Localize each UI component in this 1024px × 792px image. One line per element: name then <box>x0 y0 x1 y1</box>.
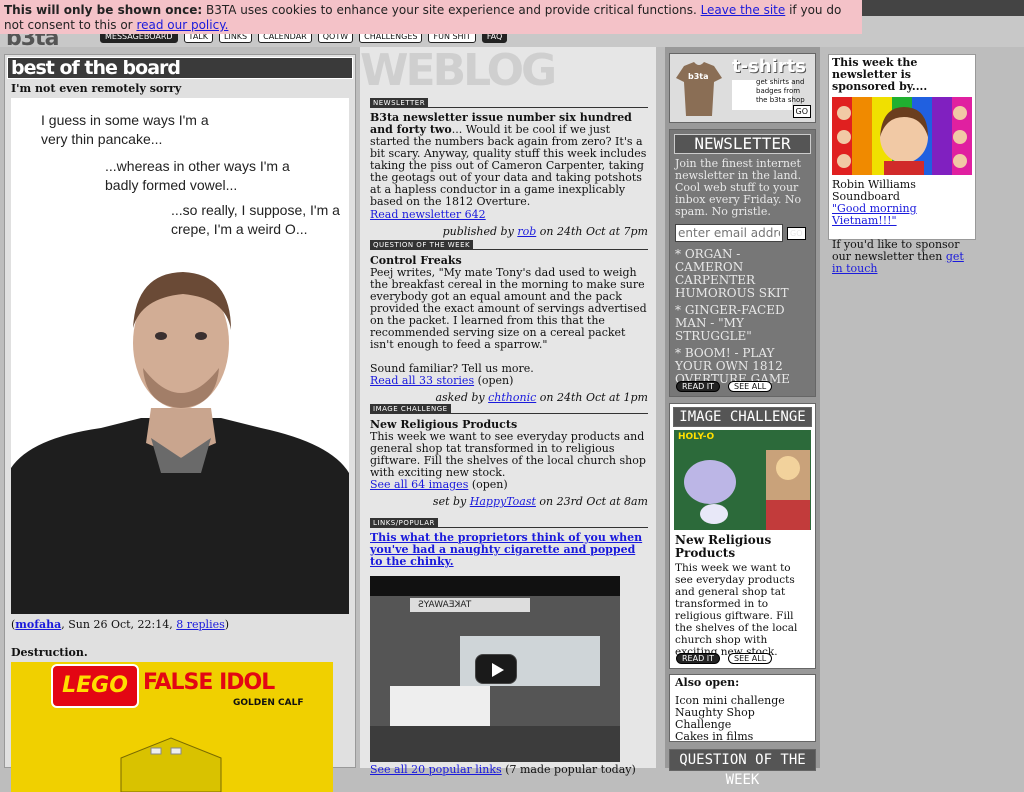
email-go-button[interactable]: GO <box>787 226 806 240</box>
read-it-button[interactable]: READ IT <box>676 653 721 664</box>
comic-line: I guess in some ways I'm a <box>41 112 209 128</box>
post-author-link[interactable]: mofaha <box>15 618 61 631</box>
religious-product-illustration <box>684 450 810 530</box>
comic-line: very thin pancake... <box>41 131 163 147</box>
tshirts-promo[interactable]: b3ta t-shirts get shirts and badges from… <box>669 53 816 123</box>
weblog-title: WEBLOG <box>360 45 557 96</box>
person-photo <box>11 272 349 614</box>
comic-line: badly formed vowel... <box>105 177 238 193</box>
tshirts-go-button[interactable]: GO <box>792 105 811 118</box>
newsletter-blurb: Join the finest internet newsletter in t… <box>675 157 802 218</box>
image-challenge-section: IMAGE CHALLENGE New Religious Products T… <box>370 401 648 508</box>
image-challenge-promo-title: New Religious Products <box>675 533 772 560</box>
cookie-text: B3TA uses cookies to enhance your site e… <box>202 3 701 17</box>
post-title: I'm not even remotely sorry <box>11 82 182 95</box>
links-popular-section: LINKS/POPULAR This what the proprietors … <box>370 515 648 776</box>
newsletter-text: ... Would it be cool if we just started … <box>370 123 647 208</box>
email-form: GO <box>670 218 815 248</box>
header-dark-strip <box>840 0 1024 16</box>
sponsor-name: Robin Williams Soundboard <box>832 178 916 203</box>
read-all-stories-link[interactable]: Read all 33 stories <box>370 374 474 387</box>
newsletter-heading: NEWSLETTER <box>674 134 811 154</box>
newsletter-section: NEWSLETTER B3ta newsletter issue number … <box>370 95 648 238</box>
cookie-lead: This will only be shown once: <box>4 3 203 17</box>
sponsor-illustration <box>832 97 972 175</box>
sponsor-title: This week the newsletter is sponsored by… <box>832 56 928 93</box>
image-challenge-buttons: READ IT SEE ALL <box>670 653 778 664</box>
newsletter-item: * ORGAN - CAMERON CARPENTER HUMOROUS SKI… <box>675 247 789 300</box>
byline-author-link[interactable]: HappyToast <box>470 495 536 508</box>
lego-logo: LEGO <box>51 664 139 708</box>
popular-links-count: (7 made popular today) <box>501 763 636 776</box>
newsletter-item: * GINGER-FACED MAN - "MY STRUGGLE" <box>675 303 785 343</box>
tshirts-title: t-shirts <box>732 56 806 77</box>
sponsor-footer: If you'd like to sponsor our newsletter … <box>832 239 972 275</box>
image-challenge-status: (open) <box>468 478 508 491</box>
best-of-board-heading: best of the board <box>7 57 353 79</box>
post-title: Destruction. <box>11 646 88 659</box>
also-open-item[interactable]: Cakes in films <box>675 731 810 743</box>
image-challenge-promo: IMAGE CHALLENGE HOLY-O New Religious Pro… <box>669 403 816 669</box>
best-of-board-column: best of the board I'm not even remotely … <box>4 54 356 792</box>
also-open-box: Also open: Icon mini challenge Naughty S… <box>669 674 816 743</box>
image-challenge-heading: IMAGE CHALLENGE <box>673 407 812 427</box>
lego-brick-illustration <box>120 737 222 792</box>
sponsor-box: This week the newsletter is sponsored by… <box>828 54 976 275</box>
byline-prefix: set by <box>432 495 470 508</box>
image-challenge-picture[interactable]: HOLY-O <box>674 430 811 530</box>
read-newsletter-link[interactable]: Read newsletter 642 <box>370 208 486 221</box>
cookie-banner: This will only be shown once: B3TA uses … <box>0 0 862 34</box>
play-icon[interactable] <box>475 654 517 684</box>
post-image-comic[interactable]: I guess in some ways I'm a very thin pan… <box>11 98 349 614</box>
read-it-button[interactable]: READ IT <box>676 381 721 392</box>
qotw-section: QUESTION OF THE WEEK Control Freaks Peej… <box>370 237 648 404</box>
section-label: QUESTION OF THE WEEK <box>370 240 474 250</box>
image-challenge-link-line: See all 64 images (open) <box>370 479 648 491</box>
image-challenge-byline: set by HappyToast on 23rd Oct at 8am <box>370 495 648 508</box>
tshirt-print-text: b3ta <box>688 72 709 81</box>
video-player[interactable]: TAKEAWAYS <box>370 576 620 762</box>
weblog-column: WEBLOG NEWSLETTER B3ta newsletter issue … <box>360 45 656 776</box>
lego-title: FALSE IDOL <box>143 670 275 695</box>
byline-suffix: on 23rd Oct at 8am <box>535 495 648 508</box>
see-all-button[interactable]: SEE ALL <box>728 653 773 664</box>
section-label: IMAGE CHALLENGE <box>370 404 451 414</box>
post-image-lego[interactable]: LEGO FALSE IDOL GOLDEN CALF <box>11 662 333 792</box>
qotw-body: Peej writes, "My mate Tony's dad used to… <box>370 266 647 351</box>
comic-line: crepe, I'm a weird O... <box>171 221 308 237</box>
tshirt-icon <box>676 62 722 116</box>
post-meta: (mofaha, Sun 26 Oct, 22:14, 8 replies) <box>11 618 230 631</box>
sponsor-link[interactable]: "Good morning Vietnam!!!" <box>832 202 917 227</box>
promo-column: b3ta t-shirts get shirts and badges from… <box>665 47 820 788</box>
picture-caption: HOLY-O <box>678 432 715 442</box>
comic-line: ...so really, I suppose, I'm a <box>171 202 340 218</box>
newsletter-buttons: READ IT SEE ALL <box>670 381 778 392</box>
see-all-images-link[interactable]: See all 64 images <box>370 478 468 491</box>
popular-link-headline[interactable]: This what the proprietors think of you w… <box>370 532 648 568</box>
newsletter-signup: NEWSLETTER Join the finest internet news… <box>669 129 816 397</box>
email-input[interactable] <box>675 224 783 242</box>
newsletter-body: B3ta newsletter issue number six hundred… <box>370 112 648 208</box>
also-open-heading: Also open: <box>675 676 740 689</box>
see-all-popular-links[interactable]: See all 20 popular links <box>370 763 502 776</box>
video-sign-text: TAKEAWAYS <box>418 600 472 610</box>
qotw-link-line: Read all 33 stories (open) <box>370 375 648 387</box>
post-date: , Sun 26 Oct, 22:14, <box>61 618 177 631</box>
also-open-item[interactable]: Naughty Shop Challenge <box>675 707 810 731</box>
tshirts-body: get shirts and badges from the b3ta shop <box>756 78 805 104</box>
comic-line: ...whereas in other ways I'm a <box>105 158 290 174</box>
sponsor-image[interactable] <box>832 97 972 175</box>
section-label: NEWSLETTER <box>370 98 429 108</box>
cookie-policy-link[interactable]: read our policy. <box>136 18 228 32</box>
sponsor-footer-text: If you'd like to sponsor our newsletter … <box>832 238 960 263</box>
section-label: LINKS/POPULAR <box>370 518 438 528</box>
image-challenge-promo-body: This week we want to see everyday produc… <box>675 562 798 658</box>
popular-links-footer: See all 20 popular links (7 made popular… <box>370 764 648 776</box>
lego-subtitle: GOLDEN CALF <box>233 698 304 708</box>
qotw-status: (open) <box>474 374 514 387</box>
leave-site-link[interactable]: Leave the site <box>701 3 786 17</box>
post-replies-link[interactable]: 8 replies <box>176 618 225 631</box>
image-challenge-body: This week we want to see everyday produc… <box>370 430 646 479</box>
see-all-button[interactable]: SEE ALL <box>728 381 773 392</box>
